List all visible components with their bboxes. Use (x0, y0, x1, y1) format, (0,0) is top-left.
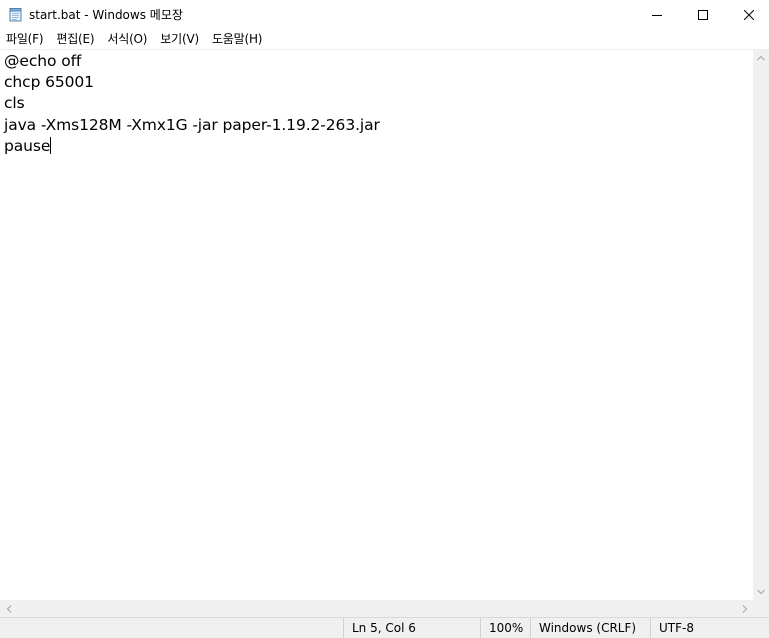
window-title: start.bat - Windows 메모장 (29, 8, 183, 22)
editor-line: chcp 65001 (4, 73, 94, 92)
line-ending: Windows (CRLF) (530, 618, 650, 638)
menu-view[interactable]: 보기(V) (154, 29, 204, 49)
maximize-icon (698, 9, 708, 20)
cursor-position: Ln 5, Col 6 (343, 618, 480, 638)
scroll-left-button[interactable] (0, 600, 17, 617)
zoom-level: 100% (480, 618, 530, 638)
editor-line-last: pause (4, 136, 380, 157)
close-button[interactable] (726, 0, 769, 29)
chevron-left-icon (6, 604, 11, 613)
menu-bar: 파일(F) 편집(E) 서식(O) 보기(V) 도움말(H) (0, 29, 769, 49)
menu-edit[interactable]: 편집(E) (50, 29, 99, 49)
menu-format[interactable]: 서식(O) (101, 29, 152, 49)
chevron-right-icon (742, 604, 747, 613)
editor-line: java -Xms128M -Xmx1G -jar paper-1.19.2-2… (4, 115, 380, 134)
close-icon (744, 9, 754, 20)
title-bar[interactable]: start.bat - Windows 메모장 (0, 0, 769, 29)
text-caret (50, 136, 52, 154)
status-bar: Ln 5, Col 6 100% Windows (CRLF) UTF-8 (0, 617, 769, 638)
minimize-icon (652, 14, 662, 16)
text-editor[interactable]: @echo off chcp 65001 cls java -Xms128M -… (0, 49, 753, 601)
notepad-icon (9, 8, 22, 22)
scroll-down-button[interactable] (753, 583, 769, 600)
editor-line: cls (4, 94, 25, 113)
vertical-scrollbar[interactable] (753, 49, 769, 600)
editor-line: @echo off (4, 52, 82, 70)
editor-line-text: pause (4, 136, 51, 155)
editor-content[interactable]: @echo off chcp 65001 cls java -Xms128M -… (4, 51, 380, 157)
notepad-window: start.bat - Windows 메모장 파일(F) 편집(E) 서식(O… (0, 0, 769, 638)
minimize-button[interactable] (634, 0, 680, 29)
maximize-button[interactable] (680, 0, 726, 29)
chevron-up-icon (757, 55, 765, 60)
chevron-down-icon (757, 589, 765, 594)
scroll-right-button[interactable] (736, 600, 753, 617)
menu-help[interactable]: 도움말(H) (206, 29, 267, 49)
horizontal-scrollbar[interactable] (0, 600, 753, 617)
scrollbar-corner (753, 600, 769, 617)
scroll-up-button[interactable] (753, 49, 769, 66)
encoding: UTF-8 (650, 618, 769, 638)
menu-file[interactable]: 파일(F) (0, 29, 48, 49)
